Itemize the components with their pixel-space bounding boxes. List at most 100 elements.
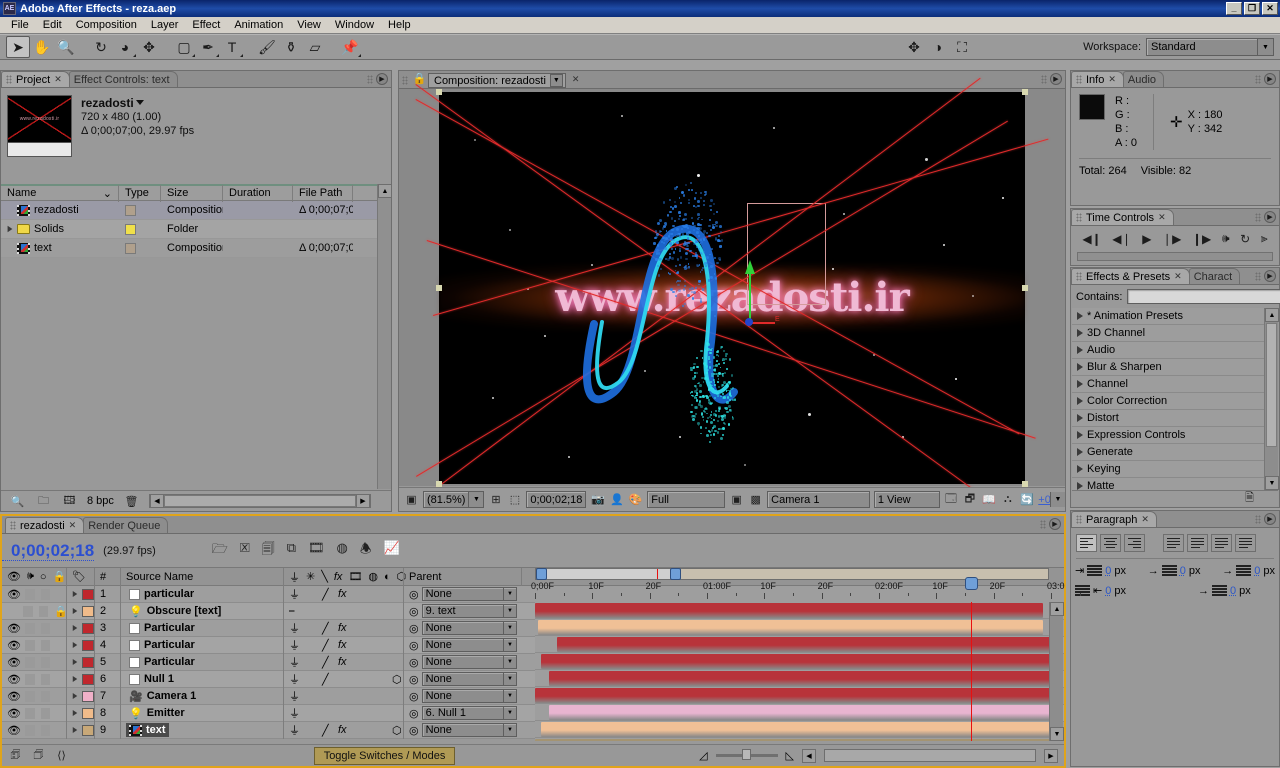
fast-previews-icon[interactable]: 🗗 [962, 491, 977, 508]
source-name-column-header[interactable]: Source Name [120, 568, 283, 586]
timeline-zoom-slider[interactable] [716, 754, 778, 757]
timeline-track-area[interactable] [535, 602, 1049, 741]
panel-menu-icon[interactable]: ▶ [1049, 518, 1061, 530]
layer-quality-switch[interactable]: ╱ [322, 588, 334, 601]
3d-axis-gizmo[interactable]: E [739, 260, 779, 340]
effect-category-item[interactable]: Color Correction [1072, 393, 1264, 410]
parent-pickwhip-icon[interactable]: ◎ [409, 622, 419, 635]
motion-blur-icon[interactable]: 🎞 [308, 540, 325, 562]
region-of-interest-icon[interactable]: ⬚ [507, 491, 522, 508]
comp-flowchart-icon[interactable]: 🗊 [7, 747, 24, 764]
layer-parent-dropdown[interactable]: None ▼ [422, 672, 517, 686]
delete-icon[interactable]: 🗑 [123, 493, 140, 510]
close-icon[interactable]: ✕ [69, 520, 77, 531]
current-time-indicator[interactable] [971, 602, 972, 741]
disclosure-triangle-icon[interactable] [1077, 380, 1083, 388]
lock-icon[interactable]: 🔒 [411, 70, 428, 87]
disclosure-triangle-icon[interactable] [1077, 465, 1083, 473]
effect-category-item[interactable]: Matte [1072, 478, 1264, 490]
zoom-in-timeline-icon[interactable]: ◺ [786, 749, 794, 762]
auto-keyframe-icon[interactable]: 🕭 [360, 540, 372, 562]
previous-frame-button[interactable]: ◀❘ [1112, 232, 1131, 246]
parent-pickwhip-icon[interactable]: ◎ [409, 690, 419, 703]
brush-tool[interactable]: 🖌 [255, 36, 279, 58]
layer-quality-switch[interactable]: ╱ [322, 724, 334, 737]
close-icon[interactable]: ✕ [54, 74, 62, 85]
project-column-name[interactable]: Name ⌄ [1, 185, 119, 202]
layer-source-name[interactable]: 💡 Obscure [text] [126, 604, 224, 619]
tab-info[interactable]: Info ✕ [1071, 71, 1124, 87]
effect-category-item[interactable]: Channel [1072, 376, 1264, 393]
layer-parent-dropdown[interactable]: None ▼ [422, 655, 517, 669]
tab-rezadosti[interactable]: rezadosti ✕ [5, 517, 84, 533]
indent-right-field[interactable]: → 0 px [1222, 565, 1275, 577]
layer-audio-toggle[interactable] [25, 691, 35, 702]
view-layout-dropdown[interactable]: 1 View ▼ [874, 491, 940, 508]
chevron-down-icon[interactable]: ▼ [503, 724, 516, 736]
composition-stage[interactable]: www.rezadosti.ir E [439, 92, 1025, 484]
zoom-tool[interactable]: 🔍 [54, 36, 78, 58]
text-tool[interactable]: T [220, 36, 244, 58]
layer-label-color[interactable] [82, 589, 94, 600]
layer-solo-toggle[interactable] [41, 657, 51, 668]
work-area-start-handle[interactable] [536, 568, 547, 580]
close-icon[interactable]: ✕ [1108, 74, 1116, 85]
tab-audio[interactable]: Audio [1123, 71, 1164, 87]
effects-search-input[interactable] [1127, 289, 1280, 304]
layer-solo-toggle[interactable] [41, 674, 51, 685]
collapse-transform-icon[interactable]: ✳ [306, 570, 315, 583]
layer-audio-toggle[interactable] [25, 589, 35, 600]
tab-render-queue[interactable]: Render Queue [83, 517, 168, 533]
layer-effects-switch[interactable]: fx [338, 588, 354, 600]
composition-viewer[interactable]: www.rezadosti.ir E [399, 89, 1065, 486]
tab-time-controls[interactable]: Time Controls ✕ [1071, 209, 1174, 225]
layer-expand-triangle-icon[interactable] [73, 693, 78, 699]
effect-category-item[interactable]: 3D Channel [1072, 325, 1264, 342]
panel-menu-icon[interactable]: ▶ [376, 73, 388, 85]
index-column-header[interactable]: # [94, 568, 120, 586]
layer-effects-switch[interactable]: fx [338, 724, 354, 736]
layer-visibility-icon[interactable]: 👁 [7, 724, 19, 737]
chevron-down-icon[interactable]: ▼ [503, 605, 516, 617]
minimize-button[interactable]: _ [1226, 2, 1242, 15]
effect-category-item[interactable]: Keying [1072, 461, 1264, 478]
layer-label-color[interactable] [82, 691, 94, 702]
layer-label-color[interactable] [82, 606, 94, 617]
layer-solo-toggle[interactable] [41, 691, 51, 702]
layer-shy-switch[interactable]: ⏚ [289, 654, 300, 670]
chevron-down-icon[interactable]: ▼ [503, 622, 516, 634]
reset-exposure-icon[interactable]: 🔄 [1019, 491, 1034, 508]
layer-shy-switch[interactable]: ⏚ [289, 705, 300, 721]
layer-source-name[interactable]: particular [126, 587, 197, 601]
motion-blur-switch-icon[interactable]: ◍ [368, 570, 378, 583]
project-item-row[interactable]: Solids Folder [1, 220, 391, 239]
layer-audio-toggle[interactable] [25, 674, 35, 685]
timeline-current-time[interactable]: 0;00;02;18 [2, 541, 94, 561]
tab-effects-presets[interactable]: Effects & Presets ✕ [1071, 268, 1190, 284]
grid-guides-icon[interactable]: ⊞ [488, 491, 503, 508]
close-icon[interactable]: ✕ [1174, 271, 1182, 282]
puppet-pin-tool[interactable]: 📌 [338, 36, 362, 58]
resolution-dropdown[interactable]: Full ▼ [647, 491, 725, 508]
layer-source-name[interactable]: Particular [126, 621, 198, 635]
show-snapshot-icon[interactable]: 👤 [609, 491, 624, 508]
disclosure-triangle-icon[interactable] [1077, 363, 1083, 371]
layer-quality-switch[interactable]: ╱ [322, 639, 334, 652]
project-column-size[interactable]: Size [161, 185, 223, 202]
layer-switches-icon[interactable]: 🗇 [30, 747, 47, 764]
transform-handle[interactable] [1022, 285, 1028, 291]
parent-column-header[interactable]: Parent [403, 568, 521, 586]
layer-duration-bar[interactable] [549, 671, 1049, 686]
project-item-name[interactable]: rezadosti [81, 96, 194, 110]
audio-toggle-button[interactable]: 🕪 [1222, 231, 1230, 246]
layer-visibility-icon[interactable]: 👁 [7, 656, 19, 669]
layer-shy-switch[interactable]: ⏚ [289, 722, 300, 738]
eye-icon[interactable]: 👁 [7, 570, 21, 583]
last-frame-button[interactable]: ❙▶ [1192, 232, 1211, 246]
disclosure-triangle-icon[interactable] [1077, 329, 1083, 337]
solo-icon[interactable]: ○ [40, 571, 47, 583]
first-frame-button[interactable]: ◀❙ [1082, 232, 1101, 246]
ram-preview-button[interactable]: ⫸ [1261, 231, 1268, 246]
transform-handle[interactable] [1022, 89, 1028, 95]
menu-item-window[interactable]: Window [328, 18, 381, 32]
